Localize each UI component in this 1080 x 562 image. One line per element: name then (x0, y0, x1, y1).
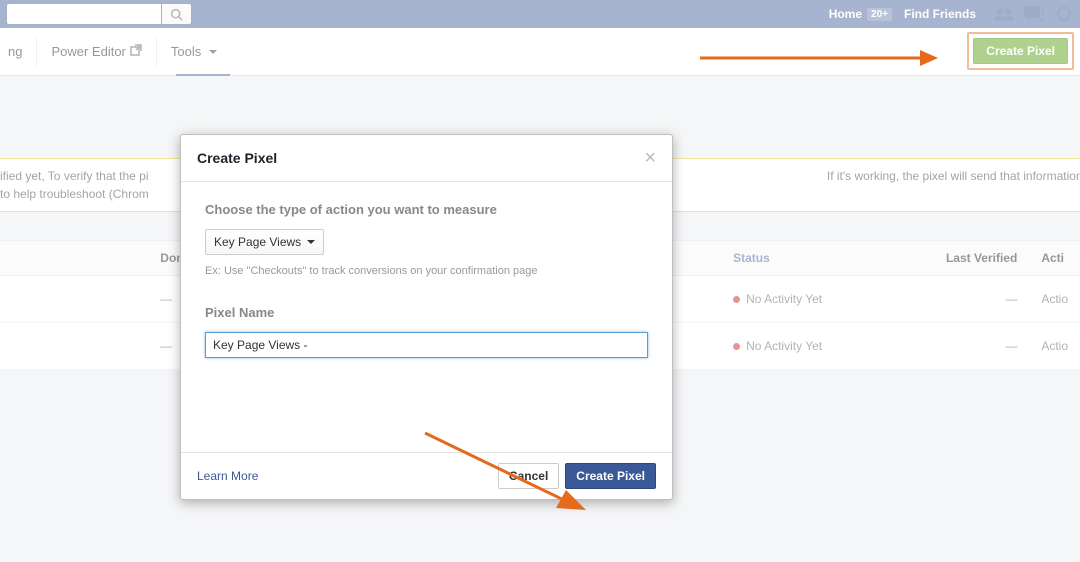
modal-body: Choose the type of action you want to me… (181, 182, 672, 366)
pixel-name-label: Pixel Name (205, 305, 648, 320)
create-pixel-submit-button[interactable]: Create Pixel (565, 463, 656, 489)
cancel-button[interactable]: Cancel (498, 463, 559, 489)
learn-more-link[interactable]: Learn More (197, 469, 258, 483)
modal-footer: Learn More Cancel Create Pixel (181, 452, 672, 499)
action-type-select[interactable]: Key Page Views (205, 229, 324, 255)
modal-header: Create Pixel × (181, 135, 672, 182)
action-type-hint: Ex: Use "Checkouts" to track conversions… (205, 265, 648, 277)
chevron-down-icon (307, 240, 315, 244)
choose-action-label: Choose the type of action you want to me… (205, 202, 648, 217)
modal-buttons: Cancel Create Pixel (498, 463, 656, 489)
create-pixel-modal: Create Pixel × Choose the type of action… (180, 134, 673, 500)
action-type-value: Key Page Views (214, 235, 301, 249)
close-icon[interactable]: × (644, 148, 656, 168)
modal-title: Create Pixel (197, 150, 277, 166)
pixel-name-input[interactable] (205, 332, 648, 358)
